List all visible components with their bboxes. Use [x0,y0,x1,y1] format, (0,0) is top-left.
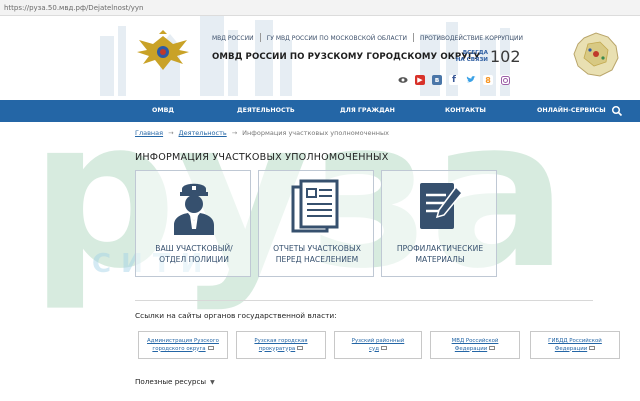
card-label-line2: ОТДЕЛ ПОЛИЦИИ [159,255,229,264]
card-label-line1: ОТЧЕТЫ УЧАСТКОВЫХ [273,244,361,253]
card-label: ОТЧЕТЫ УЧАСТКОВЫХ ПЕРЕД НАСЕЛЕНИЕМ [263,243,371,265]
useful-resources-dropdown[interactable]: Полезные ресурсы ▼ [135,377,215,386]
page-title: ИНФОРМАЦИЯ УЧАСТКОВЫХ УПОЛНОМОЧЕННЫХ [135,152,389,163]
external-link-icon [297,345,304,350]
separator [413,33,415,42]
card-label: ПРОФИЛАКТИЧЕСКИЕ МАТЕРИАЛЫ [386,243,494,265]
chevron-down-icon: ▼ [210,379,215,386]
odnoklassniki-icon[interactable]: 8 [483,75,493,85]
emergency-phone[interactable]: 102 [490,47,521,66]
gov-links-heading: Ссылки на сайты органов государственной … [135,311,337,320]
always-line1: ВСЕГДА [462,50,488,56]
org-link-line2: прокуратура [258,345,296,352]
card-your-officer[interactable]: ВАШ УЧАСТКОВЫЙ/ ОТДЕЛ ПОЛИЦИИ [135,170,251,277]
card-label-line1: ПРОФИЛАКТИЧЕСКИЕ [396,244,484,253]
org-link-line2: Федерации [554,345,588,352]
search-icon[interactable] [611,105,623,117]
documents-icon [291,179,339,233]
breadcrumb-home[interactable]: Главная [135,129,163,137]
youtube-icon[interactable]: ▶ [415,75,425,85]
card-prevention-materials[interactable]: ПРОФИЛАКТИЧЕСКИЕ МАТЕРИАЛЫ [381,170,497,277]
always-line2: НА СВЯЗИ [455,57,488,63]
edit-document-icon [420,183,464,229]
vk-icon[interactable]: в [432,75,442,85]
nav-item-contacts[interactable]: КОНТАКТЫ [445,107,486,114]
nav-item-omvd[interactable]: ОМВД [152,107,174,114]
org-link-line2: Федерации [454,345,488,352]
twitter-icon[interactable] [466,75,476,85]
main-content: Главная → Деятельность → Информация участков… [0,122,640,401]
org-link-line2: городского округа [152,345,206,352]
card-label-line1: ВАШ УЧАСТКОВЫЙ/ [155,244,233,253]
card-label-line2: МАТЕРИАЛЫ [415,255,465,264]
org-link-court[interactable]: Рузский районный суд [334,331,422,359]
external-link-icon [380,345,387,350]
always-connected-label: ВСЕГДА НА СВЯЗИ [452,50,488,64]
external-link-icon [207,345,214,350]
org-link-administration[interactable]: Администрация Рузского городского округа [138,331,228,359]
nav-item-activity[interactable]: ДЕЯТЕЛЬНОСТЬ [237,107,295,114]
divider [135,300,593,301]
org-link-line1: Администрация Рузского [147,338,219,344]
mvd-emblem-icon[interactable] [135,30,191,76]
external-link-icon [489,345,496,350]
instagram-icon[interactable] [500,75,510,85]
external-link-icon [589,345,596,350]
card-label-line2: ПЕРЕД НАСЕЛЕНИЕМ [275,255,359,264]
org-link-line1: ГИБДД Российской [548,338,602,344]
separator [259,33,261,42]
top-links: МВД РОССИИ ГУ МВД РОССИИ ПО МОСКОВСКОЙ ОБ… [212,33,523,42]
facebook-icon[interactable]: f [449,75,459,85]
breadcrumb-current: Информация участковых уполномоченных [242,129,389,137]
org-link-line2: суд [369,345,379,352]
eye-icon[interactable] [398,75,408,85]
top-link-mvd[interactable]: МВД РОССИИ [212,35,254,42]
breadcrumb-activity[interactable]: Деятельность [179,129,227,137]
org-link-prosecutor[interactable]: Рузская городская прокуратура [236,331,326,359]
site-header: МВД РОССИИ ГУ МВД РОССИИ ПО МОСКОВСКОЙ ОБ… [0,16,640,100]
social-links: ▶ в f 8 [398,75,510,87]
breadcrumb-arrow-icon: → [231,129,238,137]
top-link-anticorruption[interactable]: ПРОТИВОДЕЙСТВИЕ КОРРУПЦИИ [420,35,523,42]
breadcrumb: Главная → Деятельность → Информация участков… [135,129,389,137]
nav-item-online-services[interactable]: ОНЛАЙН-СЕРВИСЫ [537,107,606,114]
site-title[interactable]: ОМВД РОССИИ ПО РУЗСКОМУ ГОРОДСКОМУ ОКРУГ… [212,52,480,62]
org-link-mvd[interactable]: МВД Российской Федерации [430,331,520,359]
card-officer-reports[interactable]: ОТЧЕТЫ УЧАСТКОВЫХ ПЕРЕД НАСЕЛЕНИЕМ [258,170,374,277]
org-link-line1: МВД Российской [451,338,499,344]
org-link-line1: Рузская городская [254,338,308,344]
breadcrumb-arrow-icon: → [168,129,174,137]
browser-url-bar[interactable]: https://руза.50.мвд.рф/Dejatelnost/yyn [0,0,640,16]
useful-resources-label: Полезные ресурсы [135,377,207,386]
officer-icon [174,183,214,235]
main-nav: ОМВД ДЕЯТЕЛЬНОСТЬ ДЛЯ ГРАЖДАН КОНТАКТЫ О… [0,100,640,122]
region-map-icon[interactable] [570,30,622,78]
card-label: ВАШ УЧАСТКОВЫЙ/ ОТДЕЛ ПОЛИЦИИ [140,243,248,265]
org-link-line1: Рузский районный [351,338,405,344]
nav-item-citizens[interactable]: ДЛЯ ГРАЖДАН [340,107,395,114]
org-link-gibdd[interactable]: ГИБДД Российской Федерации [530,331,620,359]
top-link-gu-mvd[interactable]: ГУ МВД РОССИИ ПО МОСКОВСКОЙ ОБЛАСТИ [267,35,407,42]
